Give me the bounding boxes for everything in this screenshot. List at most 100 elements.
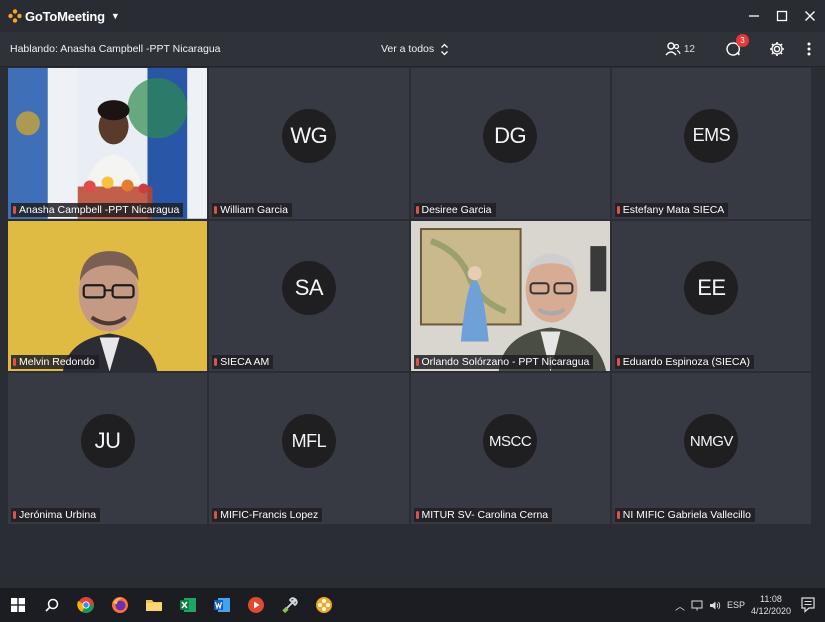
participant-avatar: SA — [281, 261, 336, 316]
windows-logo-icon — [11, 598, 25, 612]
participant-tile-estefany[interactable]: EMS Estefany Mata SIECA — [611, 68, 811, 219]
app-logo-text: GoToMeeting — [25, 8, 105, 24]
attendee-count: 12 — [683, 43, 695, 55]
maximize-icon — [776, 10, 788, 22]
speaking-indicator: Hablando: Anasha Campbell -PPT Nicaragua — [10, 43, 221, 55]
participant-avatar: JU — [80, 414, 135, 469]
search-button[interactable] — [40, 593, 64, 617]
folder-icon — [146, 600, 162, 611]
participant-tile-gabriela[interactable]: NMGV NI MIFIC Gabriela Vallecillo — [611, 373, 811, 524]
participant-avatar: NMGV — [684, 414, 739, 469]
participant-tile-eduardo[interactable]: EE Eduardo Espinoza (SIECA) — [611, 220, 811, 372]
more-options-button[interactable] — [807, 42, 811, 56]
clock[interactable]: 11:08 4/12/2020 — [751, 593, 791, 617]
taskbar-app-firefox[interactable] — [108, 593, 132, 617]
taskbar-app-file-explorer[interactable] — [142, 593, 166, 617]
participant-name-label: Anasha Campbell -PPT Nicaragua — [11, 202, 184, 217]
participant-tile-carolina[interactable]: MSCC MITUR SV- Carolina Cerna — [410, 373, 610, 524]
mic-icon — [616, 205, 620, 214]
close-button[interactable] — [803, 9, 817, 23]
taskbar-app-chrome[interactable] — [74, 593, 98, 617]
search-icon — [45, 598, 59, 612]
participant-tile-sieca-am[interactable]: SA SIECA AM — [209, 220, 409, 372]
minimize-button[interactable] — [747, 9, 761, 23]
close-icon — [805, 11, 815, 21]
participant-avatar: DG — [483, 108, 538, 163]
participant-name-label: Eduardo Espinoza (SIECA) — [614, 355, 754, 370]
participant-name-label: NI MIFIC Gabriela Vallecillo — [614, 508, 755, 522]
participant-tile-william[interactable]: WG William Garcia — [209, 68, 409, 219]
volume-icon[interactable] — [709, 600, 721, 611]
participant-name-label: William Garcia — [212, 202, 292, 217]
participant-name: Orlando Solórzano - PPT Nicaragua — [421, 356, 590, 369]
participant-name: Eduardo Espinoza (SIECA) — [622, 356, 750, 369]
participant-name-label: SIECA AM — [212, 355, 274, 370]
people-icon — [665, 42, 681, 56]
participant-name: Estefany Mata SIECA — [622, 203, 725, 216]
view-mode-select[interactable]: Ver a todos — [381, 43, 449, 56]
participant-video — [8, 220, 208, 372]
caret-down-icon[interactable]: ▼ — [111, 11, 120, 21]
excel-icon — [180, 598, 196, 612]
mic-icon — [415, 511, 419, 519]
participant-avatar: EE — [684, 261, 739, 316]
mic-icon — [214, 358, 218, 367]
taskbar-app-media[interactable] — [244, 593, 268, 617]
participant-tile-anasha[interactable]: Anasha Campbell -PPT Nicaragua — [8, 68, 208, 219]
mic-icon — [415, 358, 419, 367]
participant-name: Melvin Redondo — [19, 356, 95, 369]
mic-icon — [415, 205, 419, 214]
participant-avatar: MFL — [281, 414, 336, 469]
participant-tile-melvin[interactable]: Melvin Redondo — [8, 220, 208, 372]
gotomeeting-flower-icon — [8, 9, 22, 23]
word-icon — [214, 598, 230, 612]
participant-name: Desiree Garcia — [421, 203, 492, 216]
clock-time: 11:08 — [760, 594, 782, 604]
taskbar-app-gotomeeting[interactable] — [312, 593, 336, 617]
gear-icon — [770, 42, 784, 56]
app-logo[interactable]: GoToMeeting ▼ — [8, 9, 120, 24]
view-mode-label: Ver a todos — [381, 43, 435, 55]
windows-taskbar: ︿ ESP 11:08 4/12/2020 — [0, 588, 825, 622]
system-tray: ︿ ESP 11:08 4/12/2020 — [675, 588, 791, 622]
participant-name: Anasha Campbell -PPT Nicaragua — [19, 203, 180, 216]
chevron-updown-icon — [441, 43, 449, 55]
network-icon[interactable] — [691, 600, 703, 611]
chat-button[interactable]: 3 — [725, 34, 749, 57]
mic-icon — [13, 358, 16, 367]
participant-tile-francis[interactable]: MFL MIFIC-Francis Lopez — [209, 373, 409, 524]
minimize-icon — [749, 15, 759, 17]
participant-tile-orlando[interactable]: Orlando Solórzano - PPT Nicaragua — [410, 220, 610, 372]
chevron-up-icon[interactable]: ︿ — [675, 598, 685, 613]
tools-icon — [282, 597, 298, 614]
participant-name: SIECA AM — [220, 356, 270, 369]
participant-name: MITUR SV- Carolina Cerna — [421, 509, 549, 521]
title-bar: GoToMeeting ▼ — [0, 0, 825, 32]
taskbar-app-tools[interactable] — [278, 593, 302, 617]
maximize-button[interactable] — [775, 9, 789, 23]
mic-icon — [214, 511, 218, 519]
settings-button[interactable] — [769, 41, 785, 57]
participant-name-label: Estefany Mata SIECA — [614, 202, 729, 217]
taskbar-app-excel[interactable] — [176, 593, 200, 617]
mic-icon — [616, 358, 620, 367]
language-indicator[interactable]: ESP — [727, 600, 745, 610]
participant-name-label: MIFIC-Francis Lopez — [212, 508, 323, 522]
taskbar-app-word[interactable] — [210, 593, 234, 617]
participant-name: MIFIC-Francis Lopez — [220, 509, 319, 521]
participant-avatar: MSCC — [483, 414, 538, 469]
participant-grid: Anasha Campbell -PPT Nicaragua WG Willia… — [8, 68, 811, 524]
mic-icon — [13, 511, 16, 519]
mic-icon — [13, 205, 16, 214]
notification-center-icon[interactable] — [801, 597, 815, 613]
participant-tile-jeronima[interactable]: JU Jerónima Urbina — [8, 373, 208, 524]
participant-avatar: WG — [281, 108, 336, 163]
firefox-icon — [112, 597, 128, 613]
start-button[interactable] — [6, 593, 30, 617]
participant-tile-desiree[interactable]: DG Desiree Garcia — [410, 68, 610, 219]
attendees-button[interactable]: 12 — [665, 42, 695, 56]
participant-name-label: MITUR SV- Carolina Cerna — [413, 508, 553, 522]
meeting-toolbar: Hablando: Anasha Campbell -PPT Nicaragua… — [0, 32, 825, 67]
chat-badge: 3 — [736, 34, 749, 47]
participant-name-label: Melvin Redondo — [11, 355, 99, 370]
